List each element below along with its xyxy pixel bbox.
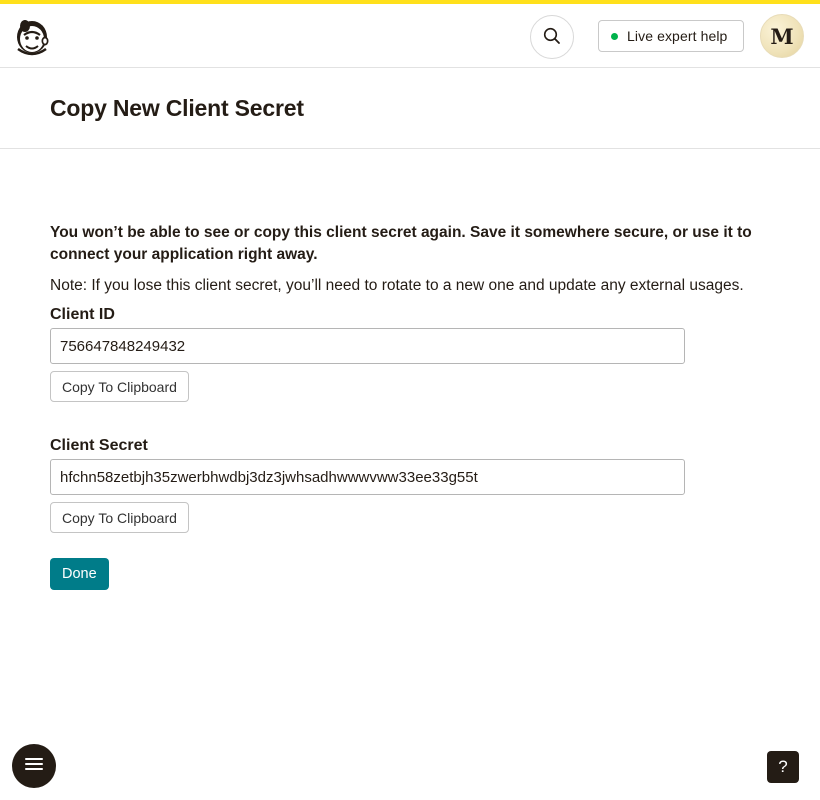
client-id-input[interactable]	[50, 328, 685, 364]
warning-message: You won’t be able to see or copy this cl…	[50, 224, 752, 263]
copy-client-secret-button[interactable]: Copy To Clipboard	[50, 502, 189, 533]
help-question-label: ?	[778, 757, 788, 776]
search-icon	[542, 26, 562, 49]
help-button[interactable]: ?	[767, 751, 799, 783]
hamburger-menu-icon	[24, 756, 44, 777]
page-title: Copy New Client Secret	[50, 95, 304, 121]
live-expert-help-label: Live expert help	[627, 28, 728, 44]
client-secret-input[interactable]	[50, 459, 685, 495]
client-secret-section: Client Secret Copy To Clipboard	[50, 436, 775, 533]
search-button[interactable]	[530, 15, 574, 59]
live-status-dot-icon	[611, 32, 618, 40]
note-message: Note: If you lose this client secret, yo…	[50, 277, 744, 294]
menu-button[interactable]	[12, 744, 56, 788]
client-id-section: Client ID Copy To Clipboard	[50, 305, 775, 402]
client-id-label: Client ID	[50, 306, 115, 323]
avatar-initial: M	[770, 23, 794, 49]
mailchimp-logo-icon[interactable]	[12, 15, 52, 57]
page-title-bar: Copy New Client Secret	[0, 68, 820, 149]
copy-client-id-button[interactable]: Copy To Clipboard	[50, 371, 189, 402]
live-expert-help-button[interactable]: Live expert help	[598, 20, 744, 52]
app-header: Live expert help M	[0, 4, 820, 68]
user-avatar[interactable]: M	[760, 14, 804, 58]
client-secret-content: You won’t be able to see or copy this cl…	[50, 222, 775, 590]
done-button[interactable]: Done	[50, 558, 109, 590]
client-secret-label: Client Secret	[50, 437, 148, 454]
